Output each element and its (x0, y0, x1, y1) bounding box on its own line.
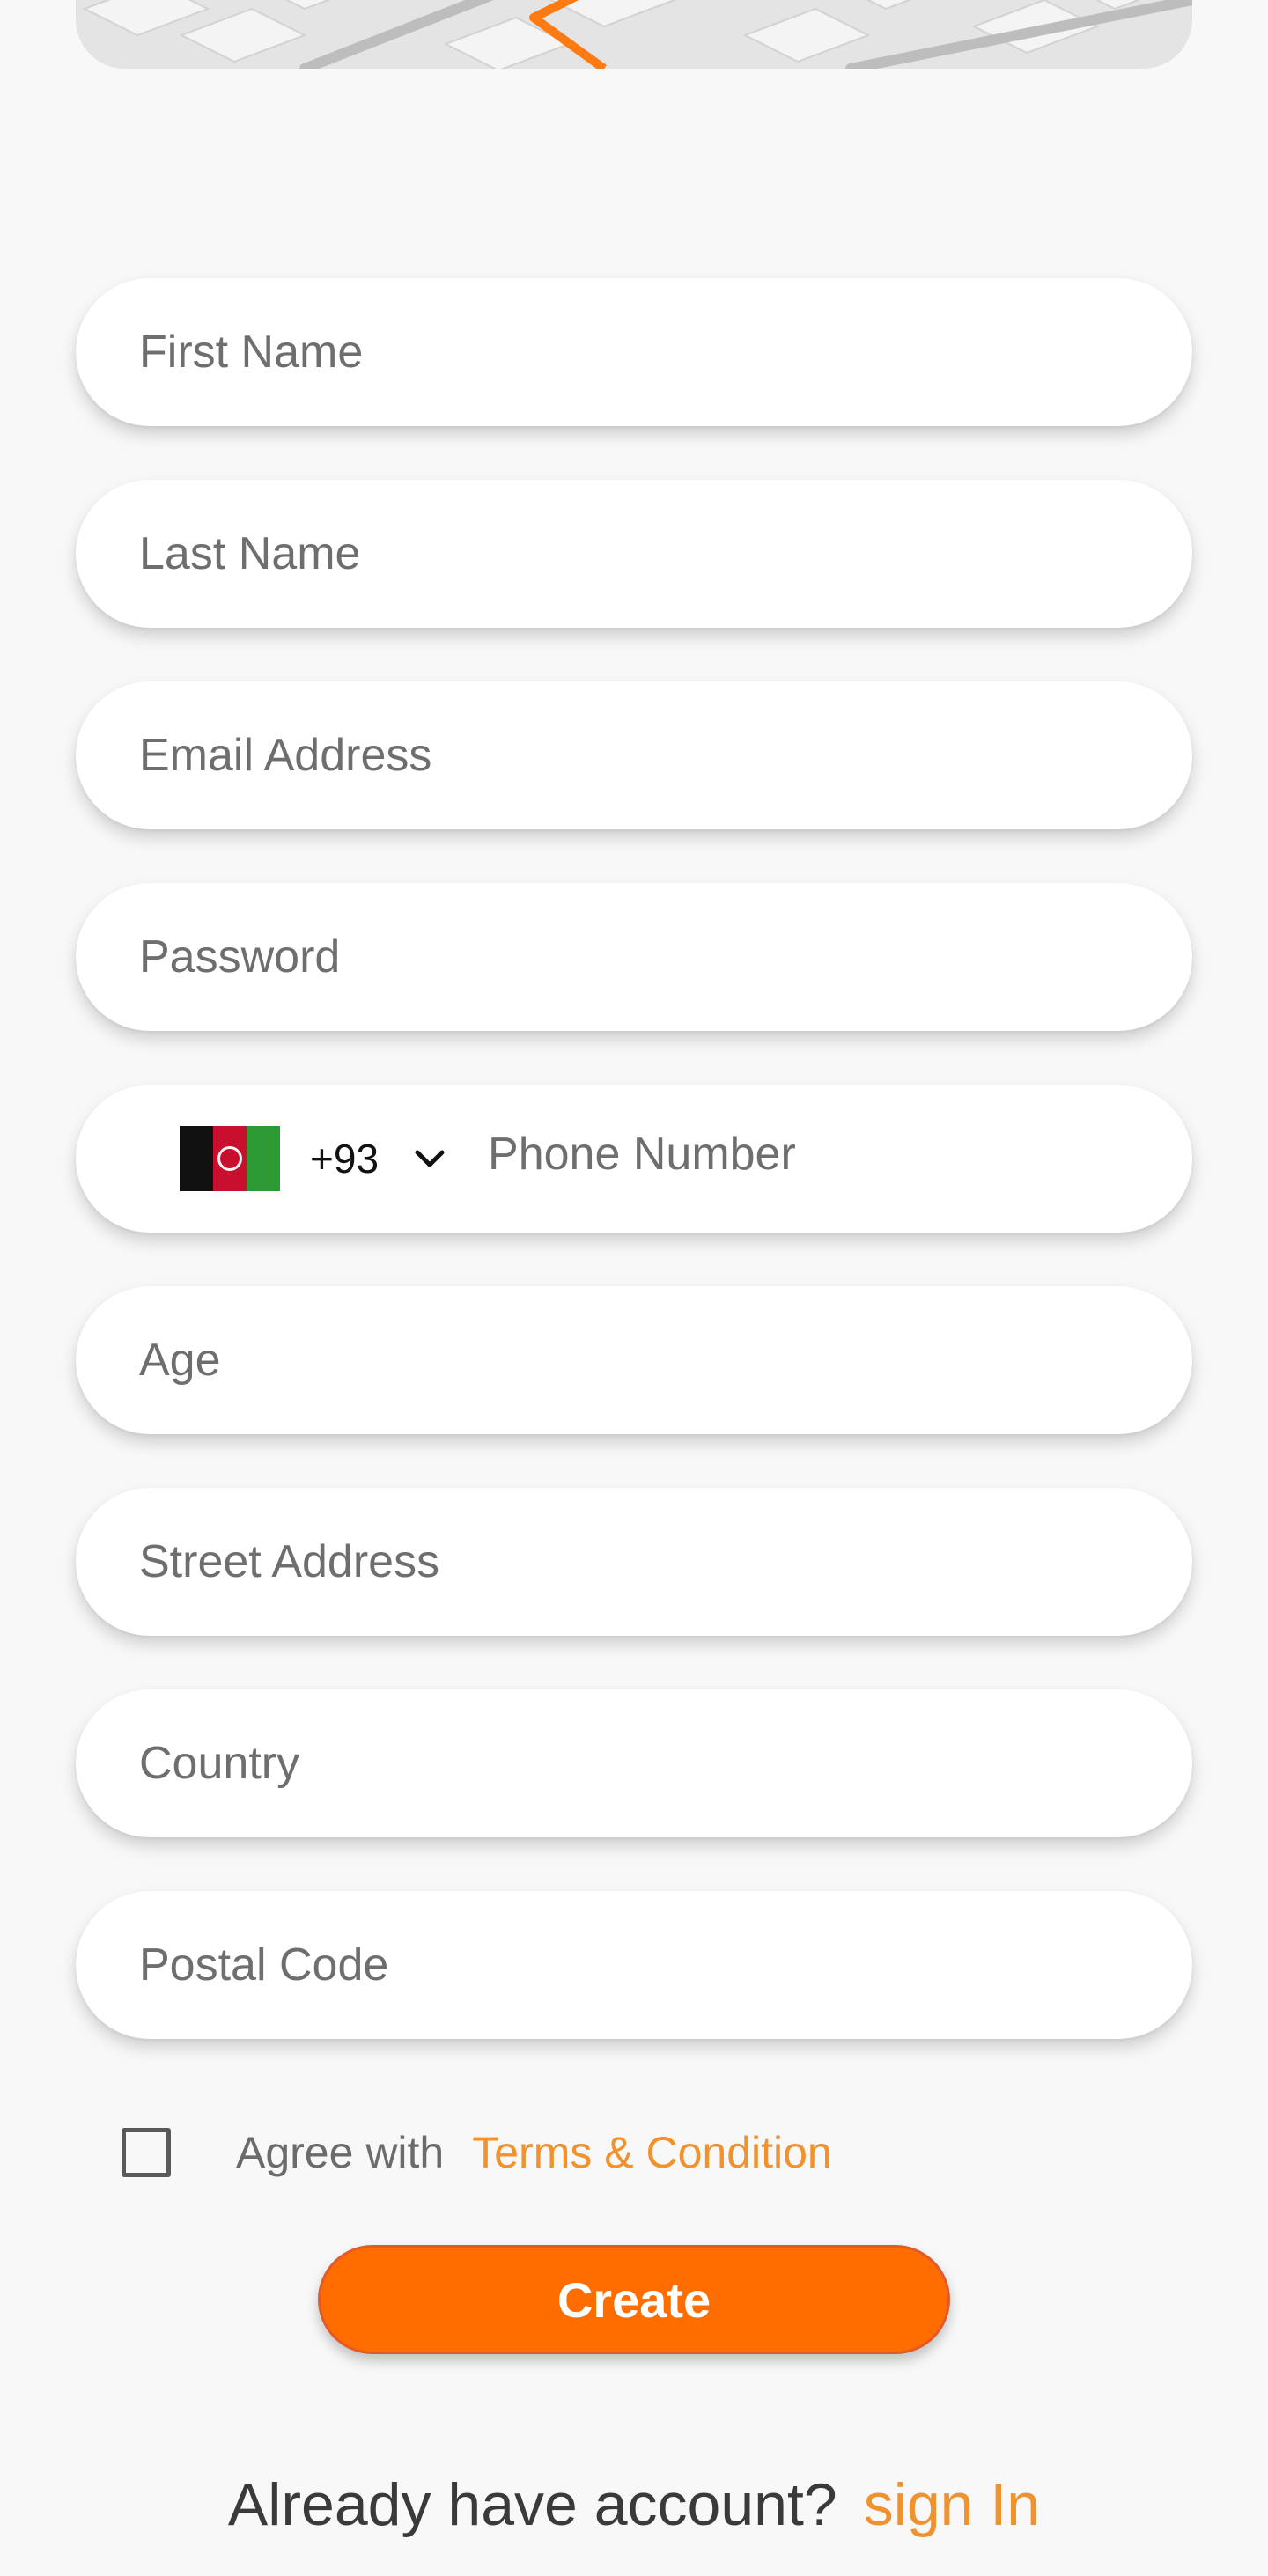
afghanistan-flag-icon (180, 1126, 280, 1191)
age-field[interactable] (76, 1286, 1192, 1434)
country-field[interactable] (76, 1689, 1192, 1837)
chevron-down-icon[interactable] (412, 1141, 447, 1176)
postal-code-field[interactable] (76, 1891, 1192, 2039)
last-name-input[interactable] (76, 480, 1192, 628)
password-field[interactable] (76, 883, 1192, 1031)
country-code-picker[interactable]: +93 (180, 1085, 447, 1233)
agree-label: Agree with (236, 2128, 445, 2177)
age-input[interactable] (76, 1286, 1192, 1434)
terms-row: Agree with Terms & Condition (122, 2122, 832, 2183)
already-have-account-text: Already have account? (227, 2471, 837, 2538)
street-address-input[interactable] (76, 1488, 1192, 1636)
last-name-field[interactable] (76, 480, 1192, 628)
phone-field[interactable]: +93 (76, 1085, 1192, 1233)
sign-in-prompt: Already have account? sign In (0, 2465, 1268, 2544)
first-name-input[interactable] (76, 278, 1192, 426)
sign-in-link[interactable]: sign In (864, 2470, 1040, 2539)
postal-code-input[interactable] (76, 1891, 1192, 2039)
map-illustration (76, 0, 1192, 69)
terms-link[interactable]: Terms & Condition (472, 2127, 832, 2178)
sign-up-screen: +93 Agree with Terms & Condition Create … (0, 0, 1268, 2576)
password-input[interactable] (76, 883, 1192, 1031)
country-input[interactable] (76, 1689, 1192, 1837)
terms-checkbox[interactable] (122, 2128, 171, 2177)
phone-number-input[interactable] (447, 1128, 1192, 1181)
first-name-field[interactable] (76, 278, 1192, 426)
email-input[interactable] (76, 681, 1192, 829)
create-button[interactable]: Create (318, 2245, 950, 2354)
dial-code: +93 (310, 1136, 380, 1181)
map-graphic (76, 0, 1192, 69)
street-address-field[interactable] (76, 1488, 1192, 1636)
email-field[interactable] (76, 681, 1192, 829)
